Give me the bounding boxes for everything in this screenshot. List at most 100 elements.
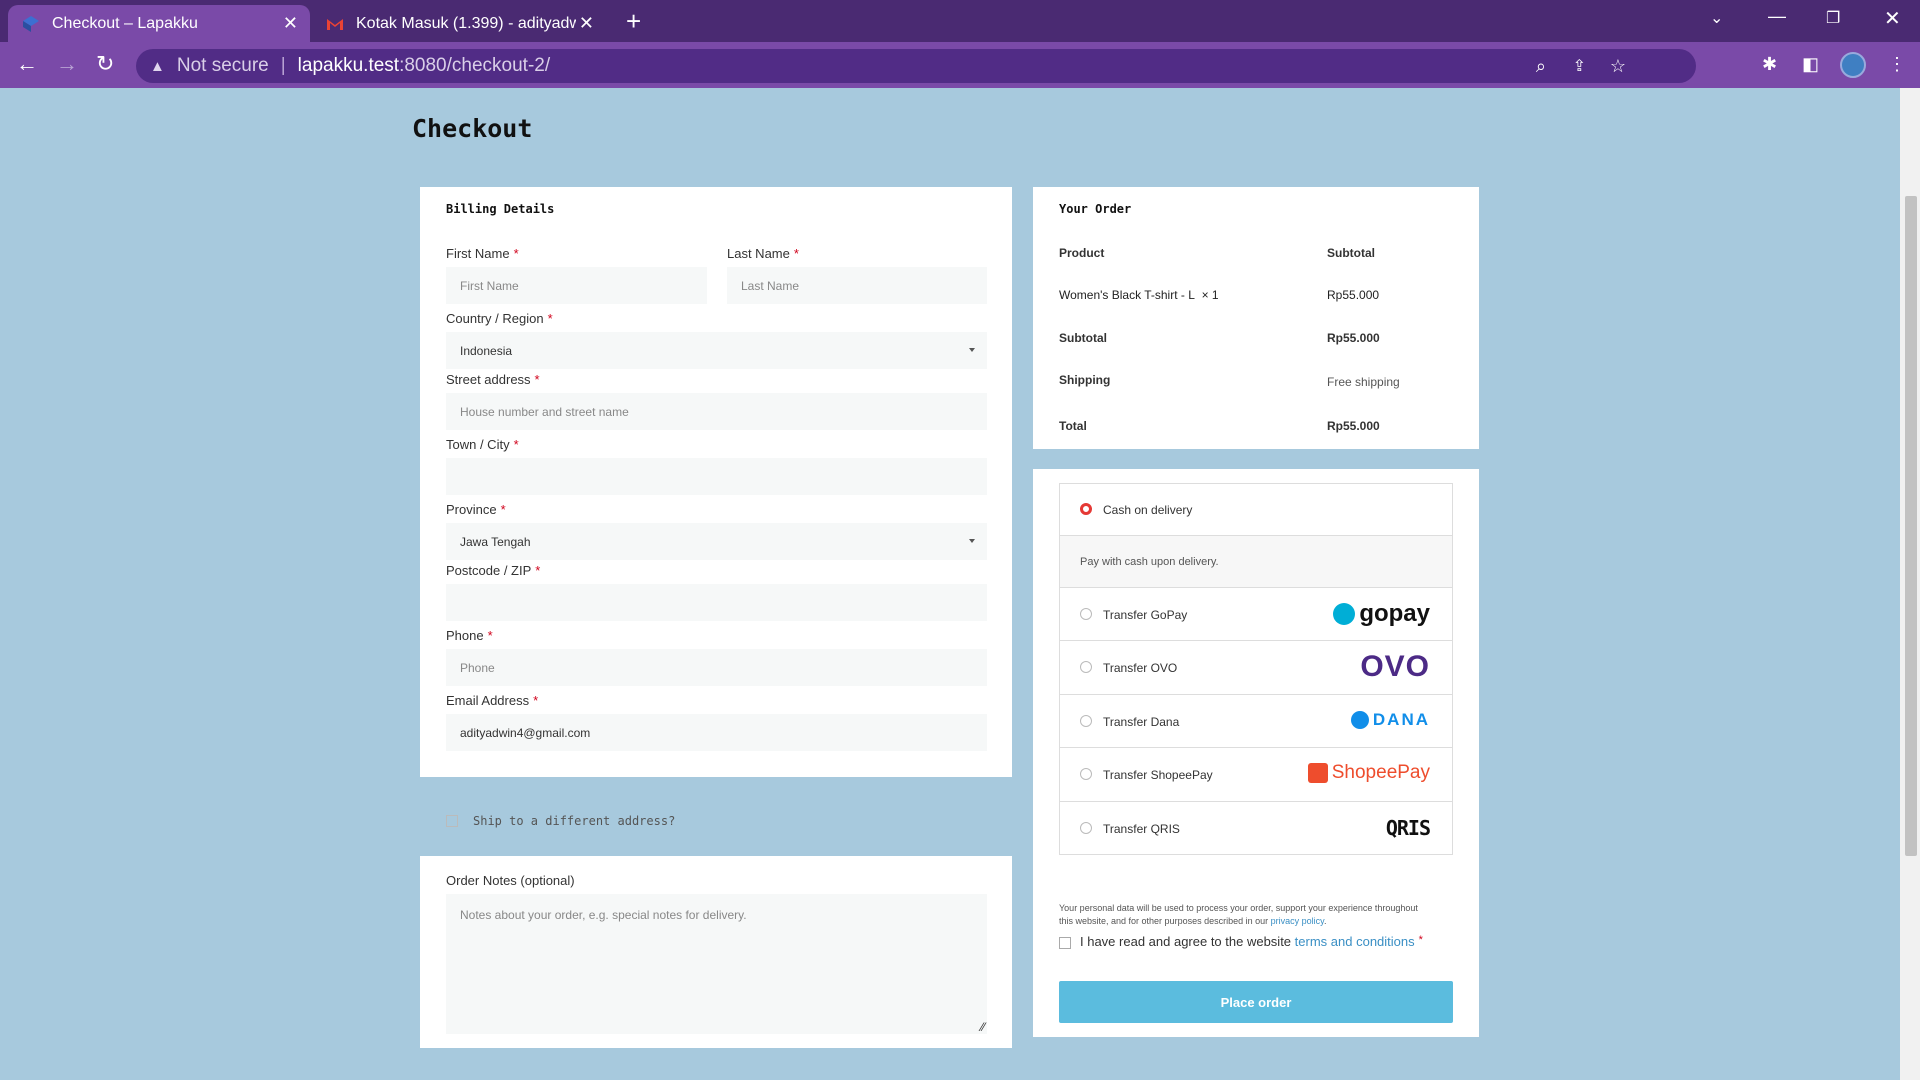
- shopeepay-logo-icon: ShopeePay: [1307, 762, 1430, 784]
- billing-title: Billing Details: [446, 202, 555, 216]
- payment-label: Transfer GoPay: [1103, 608, 1188, 622]
- dana-logo-icon: DANA: [1350, 710, 1430, 730]
- ship-different-label[interactable]: Ship to a different address?: [473, 814, 675, 828]
- forward-icon[interactable]: →: [56, 51, 78, 77]
- privacy-notice: Your personal data will be used to proce…: [1059, 903, 1418, 926]
- phone-label: Phone *: [446, 628, 493, 643]
- page-title: Checkout: [412, 114, 533, 143]
- last-name-label: Last Name *: [727, 246, 799, 261]
- province-label: Province *: [446, 502, 506, 517]
- payment-methods: Cash on delivery Pay with cash upon deli…: [1059, 483, 1453, 855]
- tab-gmail[interactable]: Kotak Masuk (1.399) - adityadwin ✕: [312, 5, 606, 42]
- payment-option-dana[interactable]: Transfer Dana DANA: [1060, 695, 1452, 748]
- payment-option-cod[interactable]: Cash on delivery: [1060, 484, 1452, 536]
- security-label: Not secure: [176, 55, 269, 76]
- country-select[interactable]: Indonesia: [446, 332, 987, 369]
- divider: |: [280, 55, 286, 76]
- radio-dana[interactable]: [1080, 715, 1092, 727]
- first-name-label: First Name *: [446, 246, 519, 261]
- terms-link[interactable]: terms and conditions: [1295, 934, 1415, 949]
- restore-button[interactable]: ❐: [1826, 8, 1840, 28]
- email-label: Email Address *: [446, 693, 539, 708]
- radio-gopay[interactable]: [1080, 608, 1092, 620]
- minimize-button[interactable]: —: [1768, 6, 1786, 27]
- your-order-title: Your Order: [1059, 202, 1132, 216]
- payment-option-qris[interactable]: Transfer QRIS QRIS: [1060, 802, 1452, 854]
- subtotal-value: Rp55.000: [1327, 331, 1380, 345]
- payment-label: Cash on delivery: [1103, 503, 1193, 517]
- payment-option-shopeepay[interactable]: Transfer ShopeePay ShopeePay: [1060, 748, 1452, 802]
- col-product: Product: [1059, 246, 1105, 260]
- cod-description-text: Pay with cash upon delivery.: [1080, 556, 1219, 568]
- privacy-policy-link[interactable]: privacy policy: [1271, 916, 1324, 926]
- item-price: Rp55.000: [1327, 288, 1380, 302]
- browser-tab-strip: Checkout – Lapakku ✕ Kotak Masuk (1.399)…: [0, 0, 1920, 42]
- chevron-down-icon: [969, 539, 975, 543]
- email-field[interactable]: adityadwin4@gmail.com: [446, 714, 987, 751]
- scrollbar-thumb[interactable]: [1905, 196, 1917, 856]
- qris-logo-icon: QRIS: [1385, 816, 1431, 840]
- payment-option-ovo[interactable]: Transfer OVO OVO: [1060, 641, 1452, 695]
- url-path: :8080/checkout-2/: [399, 55, 551, 76]
- lapakku-favicon-icon: [22, 15, 40, 33]
- order-item: Women's Black T-shirt - L × 1: [1059, 288, 1219, 302]
- bookmark-star-icon[interactable]: ☆: [1610, 56, 1626, 77]
- country-value: Indonesia: [460, 343, 513, 358]
- tab-search-icon[interactable]: ⌄: [1710, 8, 1723, 28]
- tab-title: Checkout – Lapakku: [52, 14, 198, 32]
- cod-description: Pay with cash upon delivery.: [1060, 536, 1452, 588]
- browser-menu-icon[interactable]: ⋮: [1888, 54, 1906, 75]
- extensions-icon[interactable]: ✱: [1762, 54, 1777, 75]
- town-label: Town / City *: [446, 437, 519, 452]
- back-icon[interactable]: ←: [16, 51, 38, 77]
- terms-checkbox[interactable]: [1059, 937, 1071, 949]
- item-qty: × 1: [1201, 288, 1219, 302]
- gmail-icon: [326, 15, 344, 33]
- radio-cod[interactable]: [1080, 503, 1092, 515]
- terms-label: I have read and agree to the website ter…: [1080, 934, 1423, 949]
- place-order-button[interactable]: Place order: [1059, 981, 1453, 1023]
- resize-handle-icon[interactable]: ⁄⁄: [981, 1020, 985, 1034]
- gopay-logo-icon: gopay: [1333, 600, 1430, 628]
- side-panel-icon[interactable]: ◧: [1802, 54, 1819, 75]
- item-name: Women's Black T-shirt - L: [1059, 288, 1195, 302]
- close-window-button[interactable]: ✕: [1884, 6, 1901, 31]
- ship-different-checkbox[interactable]: [446, 815, 458, 827]
- ovo-logo-icon: OVO: [1360, 650, 1430, 683]
- reload-icon[interactable]: ↻: [96, 51, 114, 77]
- street-field[interactable]: House number and street name: [446, 393, 987, 430]
- phone-field[interactable]: Phone: [446, 649, 987, 686]
- subtotal-label: Subtotal: [1059, 331, 1107, 345]
- order-notes-label: Order Notes (optional): [446, 873, 575, 888]
- total-value: Rp55.000: [1327, 419, 1380, 433]
- province-value: Jawa Tengah: [460, 534, 531, 549]
- province-select[interactable]: Jawa Tengah: [446, 523, 987, 560]
- postcode-field[interactable]: [446, 584, 987, 621]
- street-label: Street address *: [446, 372, 540, 387]
- zoom-icon[interactable]: ⌕: [1536, 56, 1546, 77]
- page-scrollbar[interactable]: [1900, 88, 1920, 1080]
- postcode-label: Postcode / ZIP *: [446, 563, 541, 578]
- radio-shopeepay[interactable]: [1080, 768, 1092, 780]
- last-name-field[interactable]: Last Name: [727, 267, 987, 304]
- new-tab-button[interactable]: +: [626, 6, 641, 37]
- url-host: lapakku.test: [297, 55, 400, 76]
- tab-title: Kotak Masuk (1.399) - adityadwin: [356, 14, 576, 32]
- close-tab-icon[interactable]: ✕: [283, 13, 298, 34]
- first-name-field[interactable]: First Name: [446, 267, 707, 304]
- tab-checkout[interactable]: Checkout – Lapakku ✕: [8, 5, 310, 42]
- share-icon[interactable]: ⇪: [1573, 56, 1586, 76]
- payment-option-gopay[interactable]: Transfer GoPay gopay: [1060, 588, 1452, 641]
- address-bar[interactable]: ▲ Not secure | lapakku.test :8080/checko…: [136, 49, 1696, 83]
- avatar[interactable]: [1840, 52, 1866, 78]
- order-notes-textarea[interactable]: Notes about your order, e.g. special not…: [446, 894, 987, 1034]
- payment-label: Transfer ShopeePay: [1103, 768, 1213, 782]
- payment-label: Transfer Dana: [1103, 715, 1180, 729]
- country-label: Country / Region *: [446, 311, 553, 326]
- radio-ovo[interactable]: [1080, 661, 1092, 673]
- radio-qris[interactable]: [1080, 822, 1092, 834]
- close-tab-icon[interactable]: ✕: [579, 13, 594, 34]
- col-subtotal: Subtotal: [1327, 246, 1375, 260]
- warning-icon: ▲: [150, 57, 165, 75]
- town-field[interactable]: [446, 458, 987, 495]
